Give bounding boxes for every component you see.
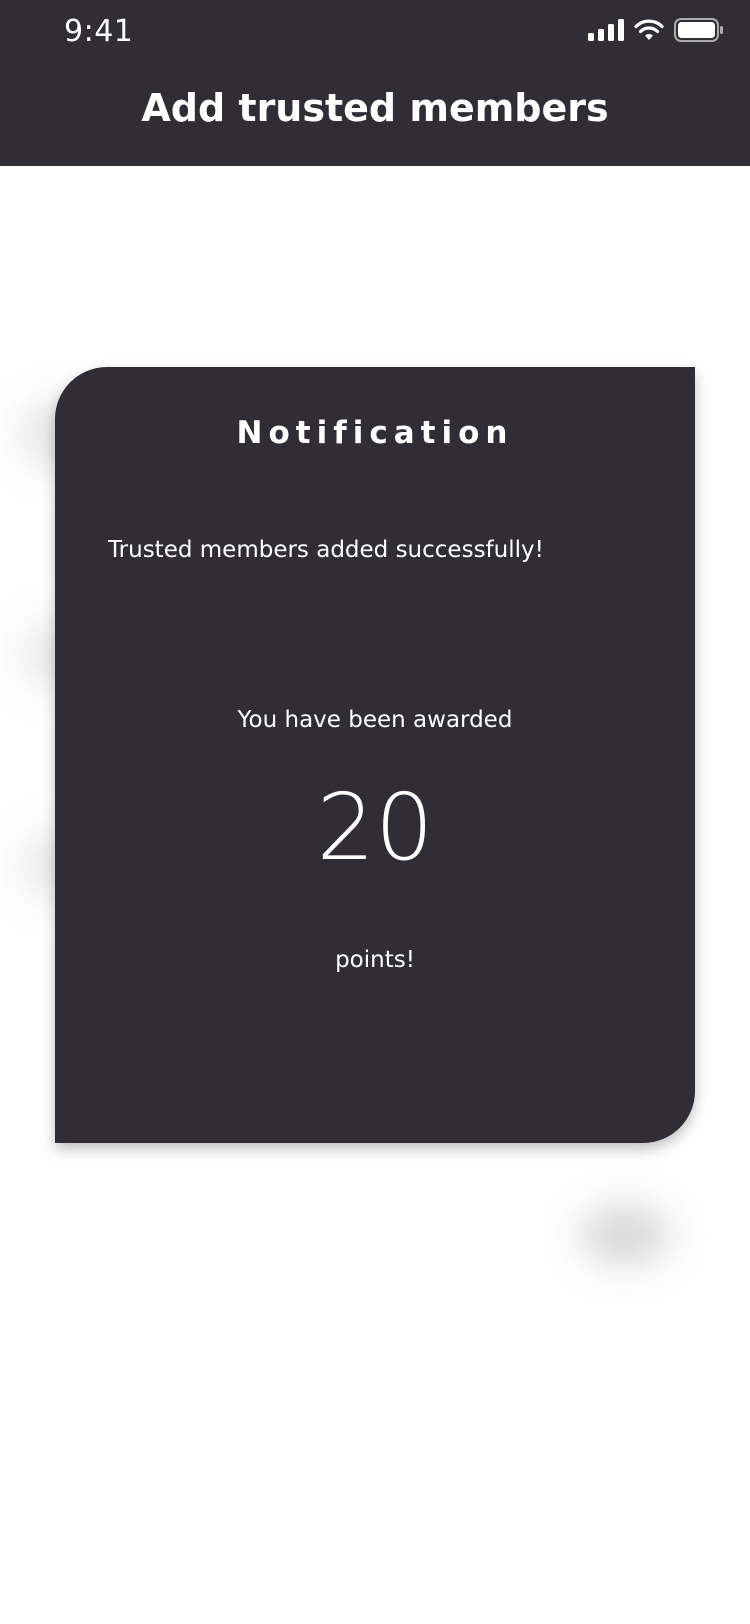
wifi-icon <box>634 19 664 40</box>
award-text: You have been awarded <box>237 707 513 733</box>
status-icons <box>588 16 724 44</box>
background-blur-shape <box>580 1205 670 1265</box>
status-time: 9:41 <box>64 14 134 49</box>
points-suffix: points! <box>335 947 415 973</box>
app-header: 9:41 Add trusted members <box>0 0 750 166</box>
battery-icon <box>674 18 723 42</box>
notification-modal[interactable]: Notification Trusted members added succe… <box>55 367 695 1143</box>
cellular-signal-icon <box>588 19 624 41</box>
awarded-points-value: 20 <box>316 774 434 881</box>
success-message: Trusted members added successfully! <box>108 537 544 563</box>
notification-title: Notification <box>236 415 514 451</box>
page-title: Add trusted members <box>141 86 609 130</box>
